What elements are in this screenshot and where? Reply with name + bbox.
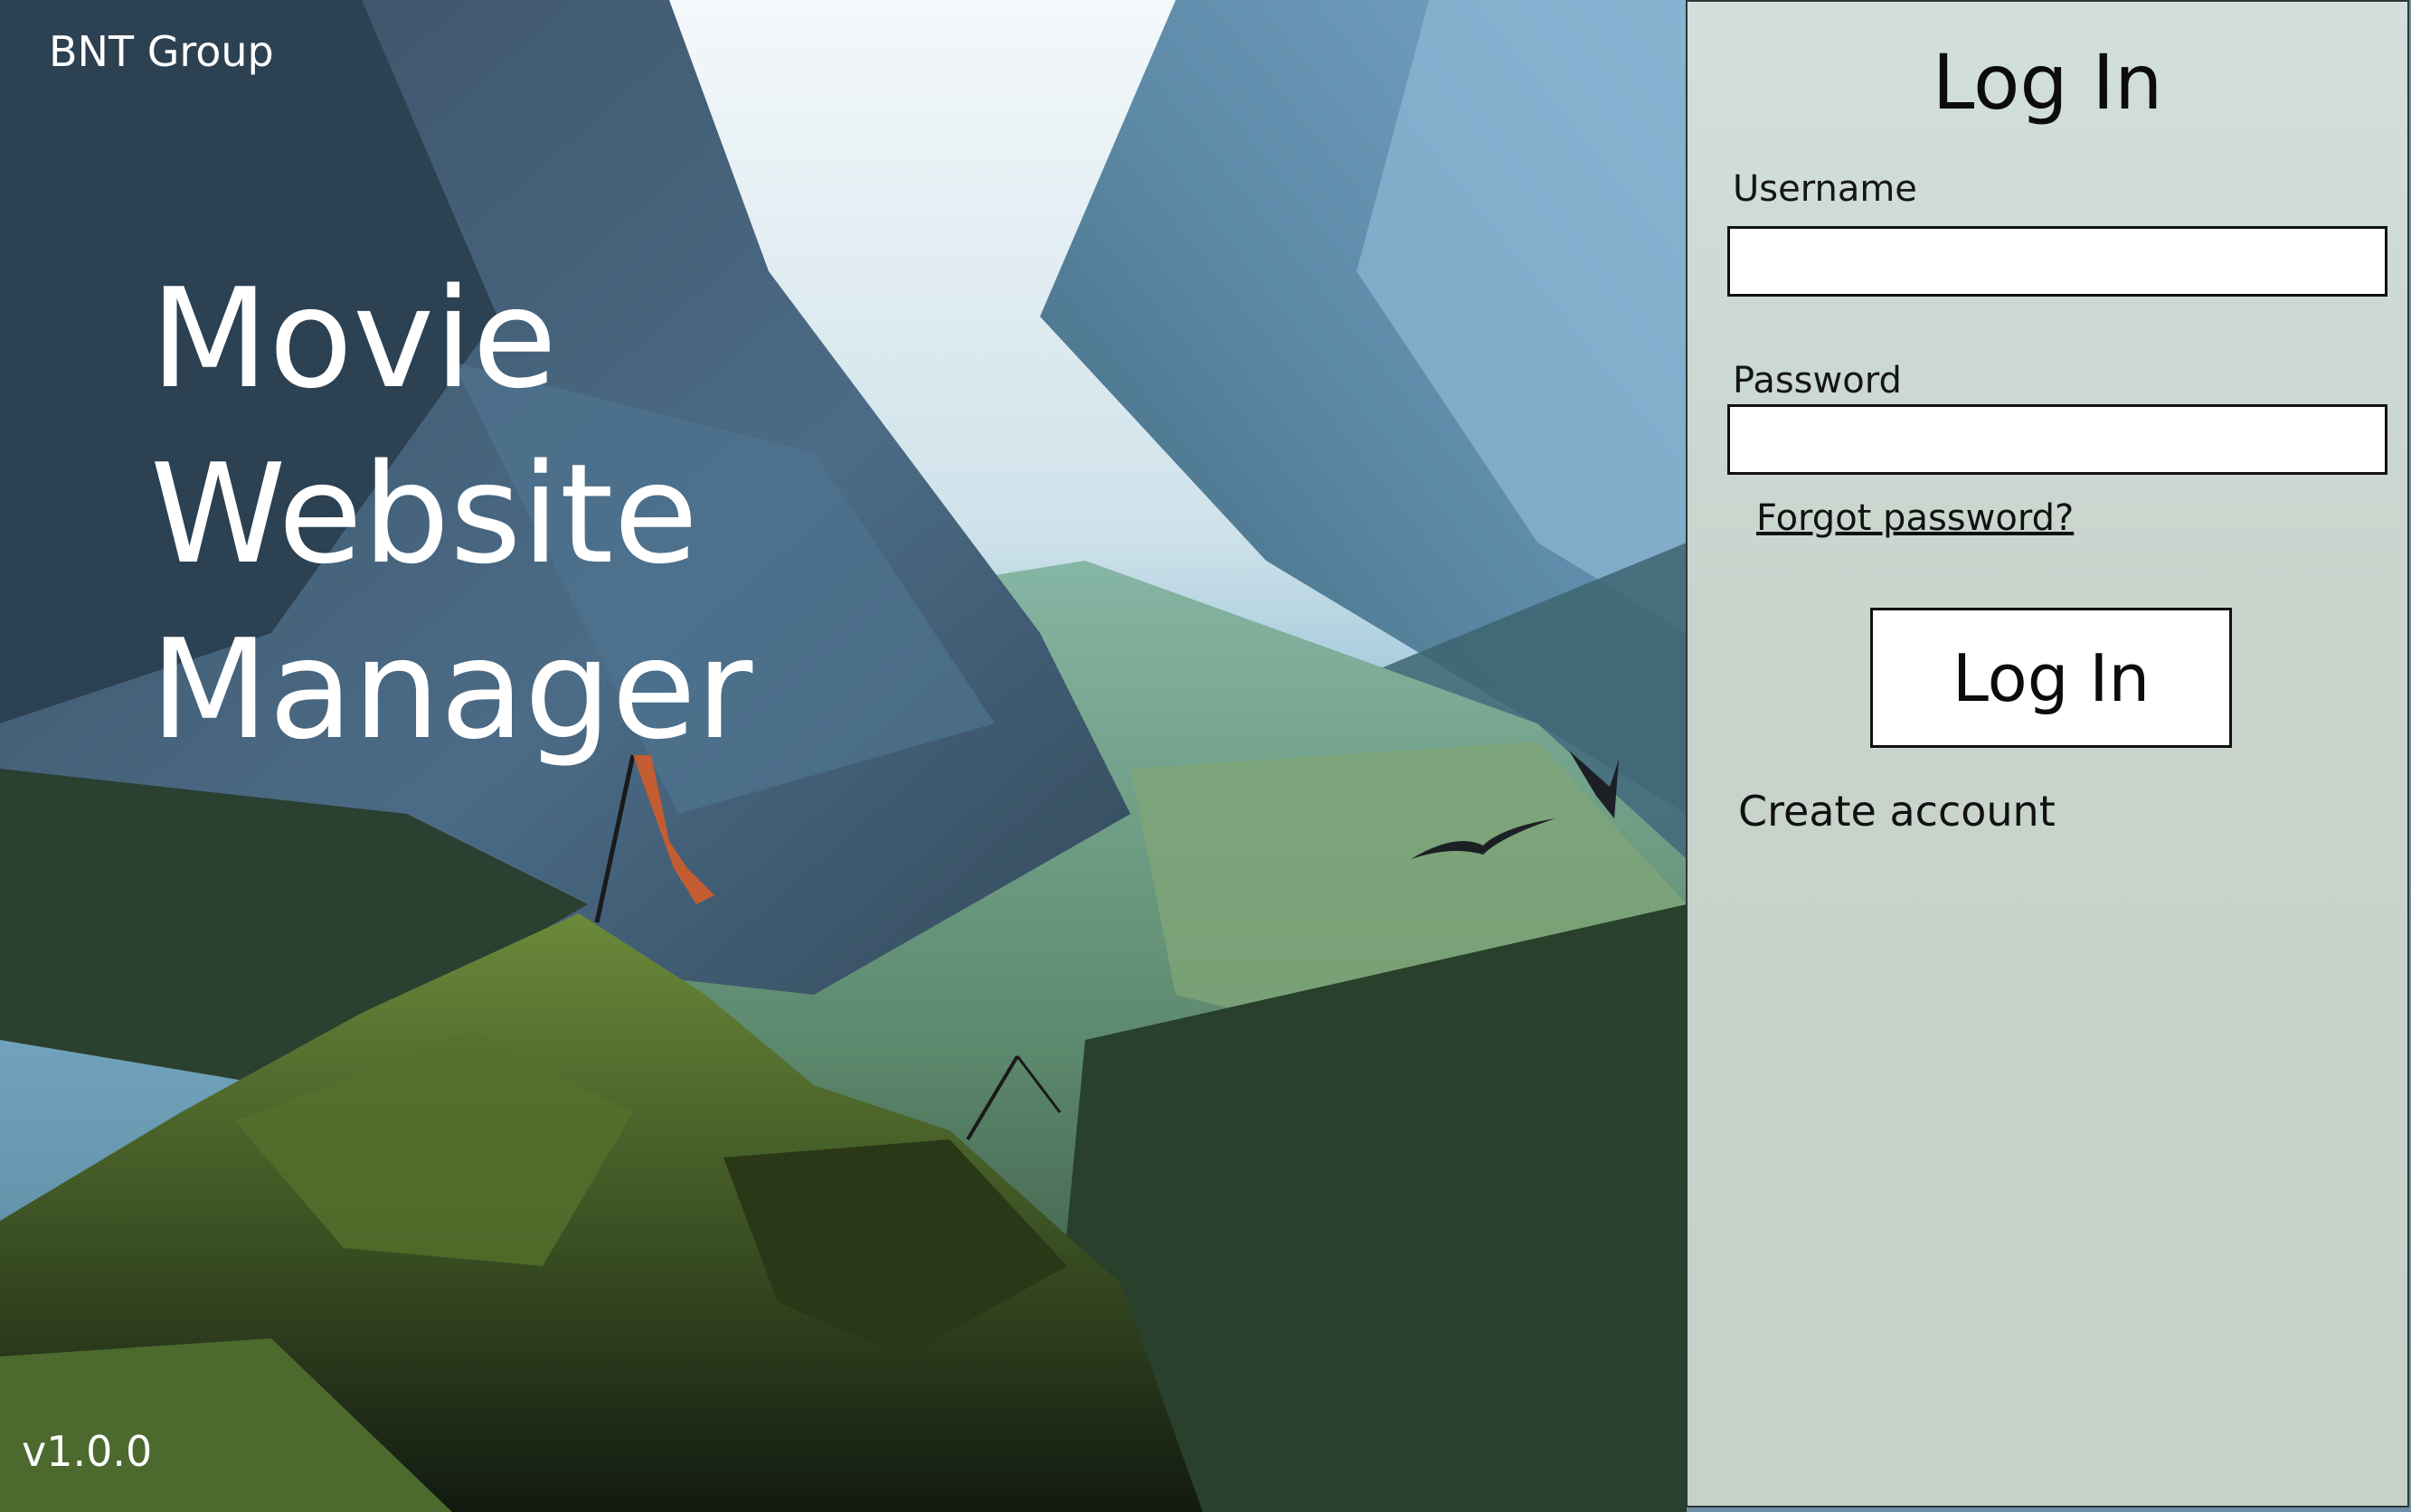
- create-account-link[interactable]: Create account: [1738, 787, 2056, 836]
- app-title-line-2: Website: [150, 434, 698, 594]
- login-panel: Log In Username Password Forgot password…: [1686, 0, 2409, 1507]
- app-title-line-3: Manager: [150, 610, 753, 770]
- username-label: Username: [1733, 168, 1917, 210]
- forgot-password-link[interactable]: Forgot password?: [1756, 497, 2074, 539]
- version-label: v1.0.0: [22, 1427, 153, 1476]
- password-label: Password: [1733, 360, 1902, 402]
- login-button[interactable]: Log In: [1870, 608, 2232, 748]
- username-input[interactable]: [1727, 226, 2387, 297]
- password-input[interactable]: [1727, 404, 2387, 475]
- app-title-line-1: Movie: [150, 259, 557, 419]
- company-name: BNT Group: [49, 27, 274, 76]
- login-title: Log In: [1932, 38, 2163, 127]
- app-title: Movie Website Manager: [150, 251, 752, 778]
